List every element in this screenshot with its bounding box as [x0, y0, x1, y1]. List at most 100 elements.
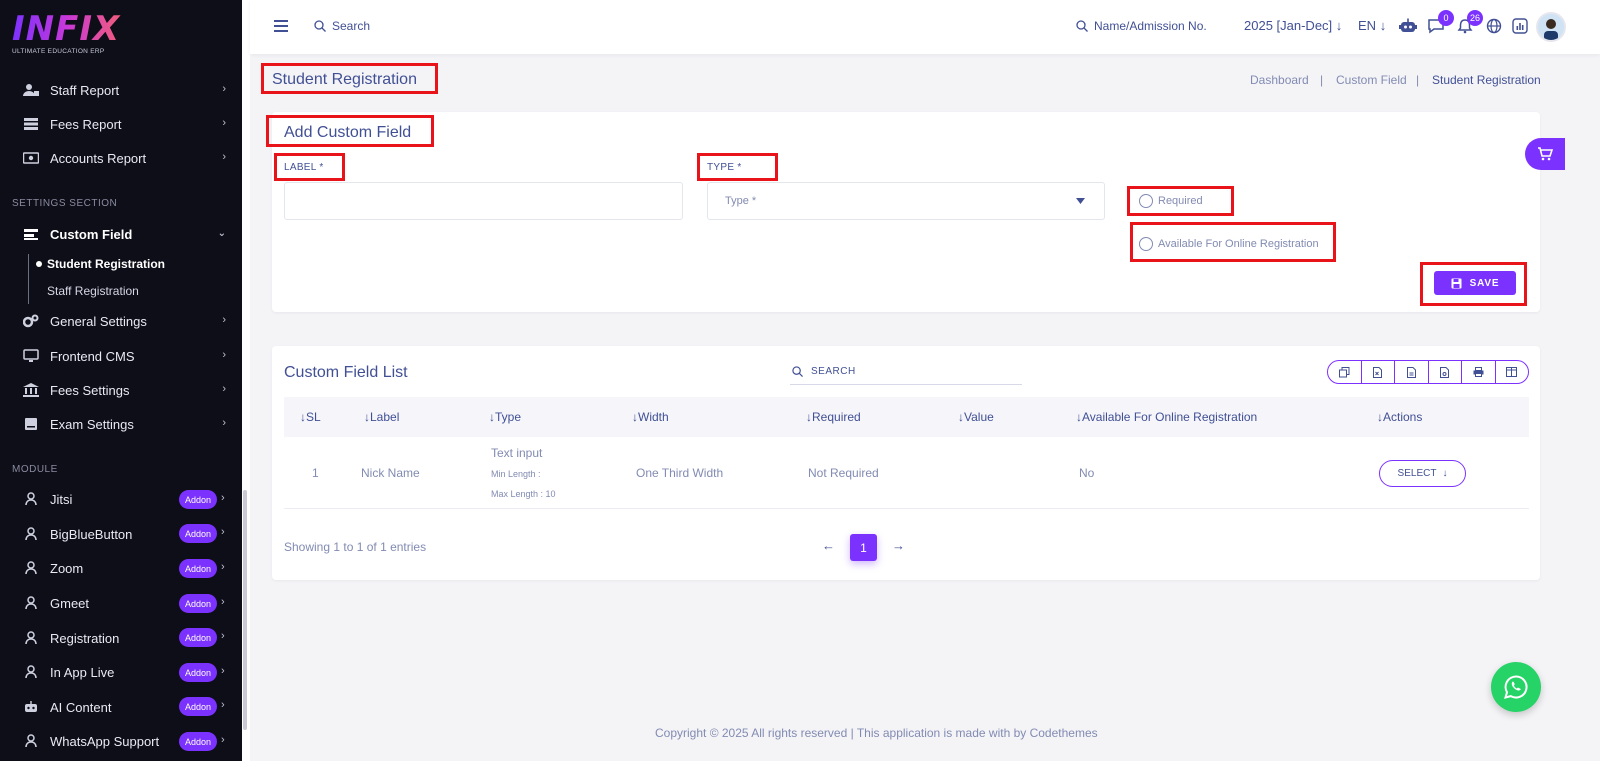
- sidebar-item-fees-report[interactable]: Fees Report ›: [0, 109, 246, 139]
- cell-sl: 1: [312, 466, 319, 480]
- row-action-select-button[interactable]: SELECT ↓: [1379, 460, 1466, 487]
- chat-icon[interactable]: 0: [1426, 10, 1454, 36]
- dashboard-chart-icon[interactable]: [1510, 16, 1530, 36]
- label-field-label: LABEL *: [284, 162, 324, 173]
- sidebar-item-fees-settings[interactable]: Fees Settings ›: [0, 375, 246, 405]
- chevron-right-icon: ›: [222, 383, 226, 395]
- student-search-input[interactable]: Name/Admission No.: [1094, 19, 1207, 33]
- column-header-label-col[interactable]: ↓Label: [364, 410, 399, 424]
- globe-icon[interactable]: [1484, 16, 1504, 36]
- column-header-width[interactable]: ↓Width: [632, 410, 669, 424]
- student-search[interactable]: Name/Admission No.: [1076, 19, 1207, 33]
- sidebar-subitem-student-registration[interactable]: Student Registration: [47, 257, 165, 271]
- cart-icon: [1538, 147, 1553, 161]
- column-header-label: Width: [638, 410, 669, 424]
- save-button[interactable]: SAVE: [1434, 271, 1516, 295]
- chevron-right-icon: ›: [221, 734, 225, 746]
- column-header-label: SL: [306, 410, 321, 424]
- sidebar-item-general-settings[interactable]: General Settings ›: [0, 306, 246, 336]
- required-radio[interactable]: [1139, 194, 1153, 208]
- bell-icon[interactable]: 26: [1455, 10, 1483, 36]
- robot-icon: [22, 700, 40, 714]
- addon-badge: Addon: [179, 697, 217, 716]
- copy-button[interactable]: [1328, 361, 1362, 383]
- column-header-value[interactable]: ↓Value: [958, 410, 994, 424]
- sidebar-item-label: Exam Settings: [50, 416, 134, 432]
- chevron-right-icon: ›: [222, 417, 226, 429]
- global-search[interactable]: Search: [314, 19, 370, 33]
- csv-button[interactable]: [1395, 361, 1429, 383]
- column-header-type[interactable]: ↓Type: [489, 410, 521, 424]
- export-button-group: [1327, 360, 1529, 384]
- column-header-label: Type: [495, 410, 522, 424]
- notification-badge: 26: [1466, 10, 1483, 26]
- list-search[interactable]: SEARCH: [790, 359, 1022, 385]
- sidebar-item-label: Registration: [50, 630, 120, 646]
- sidebar-item-label: Accounts Report: [50, 150, 147, 166]
- pagination-page[interactable]: 1: [850, 534, 877, 561]
- breadcrumb-separator: |: [1320, 73, 1324, 87]
- list-search-input[interactable]: SEARCH: [811, 366, 856, 377]
- column-visibility-button[interactable]: [1496, 361, 1529, 383]
- sidebar-item-accounts-report[interactable]: Accounts Report ›: [0, 143, 246, 173]
- sidebar-item-custom-field[interactable]: Custom Field ⌄: [0, 219, 246, 249]
- label-input[interactable]: [284, 182, 683, 220]
- column-header-sl[interactable]: ↓SL: [300, 410, 321, 424]
- sidebar-item-exam-settings[interactable]: Exam Settings ›: [0, 409, 246, 439]
- breadcrumb-custom-field[interactable]: Custom Field: [1336, 73, 1407, 87]
- arrow-down-icon: ↓: [1379, 18, 1387, 33]
- print-button[interactable]: [1462, 361, 1496, 383]
- addon-badge: Addon: [179, 594, 217, 613]
- column-header-online[interactable]: ↓Available For Online Registration: [1076, 410, 1257, 424]
- cell-label: Nick Name: [361, 466, 420, 480]
- sidebar-scrollbar-thumb[interactable]: [243, 490, 247, 730]
- sidebar-item-frontend-cms[interactable]: Frontend CMS ›: [0, 341, 246, 371]
- excel-button[interactable]: [1362, 361, 1395, 383]
- breadcrumb-separator: |: [1416, 73, 1420, 87]
- sidebar-subitem-staff-registration[interactable]: Staff Registration: [47, 284, 139, 298]
- sidebar-item-label: BigBlueButton: [50, 526, 133, 542]
- column-header-required[interactable]: ↓Required: [806, 410, 861, 424]
- addon-badge: Addon: [179, 490, 217, 509]
- academic-year-value: 2025 [Jan-Dec]: [1244, 18, 1333, 33]
- user-icon: [22, 631, 40, 645]
- app-logo[interactable]: INFIX ULTIMATE EDUCATION ERP: [12, 12, 122, 58]
- sidebar-item-label: General Settings: [50, 313, 147, 329]
- user-icon: [22, 527, 40, 541]
- book-icon: [22, 417, 40, 431]
- whatsapp-chat-button[interactable]: [1491, 662, 1541, 712]
- sidebar-item-label: Fees Settings: [50, 382, 130, 398]
- type-select[interactable]: Type *: [707, 182, 1105, 220]
- language-value: EN: [1358, 18, 1377, 33]
- pdf-button[interactable]: [1429, 361, 1462, 383]
- chevron-right-icon: ›: [222, 151, 226, 163]
- breadcrumb-dashboard[interactable]: Dashboard: [1250, 73, 1309, 87]
- sidebar-scrollbar-track[interactable]: [242, 0, 250, 761]
- printer-icon: [1473, 367, 1484, 377]
- sidebar-item-label: Custom Field: [50, 226, 133, 242]
- submenu-line: [28, 254, 29, 304]
- chevron-down-icon: ⌄: [217, 228, 226, 239]
- sidebar-item-label: WhatsApp Support: [50, 733, 160, 749]
- pagination-next-icon[interactable]: →: [892, 538, 905, 553]
- sidebar-item-staff-report[interactable]: Staff Report ›: [0, 75, 246, 105]
- language-select[interactable]: EN ↓: [1358, 18, 1386, 33]
- academic-year-select[interactable]: 2025 [Jan-Dec] ↓: [1244, 18, 1342, 33]
- user-icon: [22, 492, 40, 506]
- column-header-label: Required: [812, 410, 861, 424]
- cell-type: Text input: [491, 446, 543, 460]
- menu-toggle-icon[interactable]: [274, 20, 288, 32]
- custom-field-icon: [22, 227, 40, 241]
- column-header-actions[interactable]: ↓Actions: [1377, 410, 1422, 424]
- global-search-input[interactable]: Search: [332, 19, 370, 33]
- online-registration-radio[interactable]: [1139, 237, 1153, 251]
- column-header-label: Actions: [1383, 410, 1423, 424]
- pagination-prev-icon[interactable]: ←: [822, 538, 835, 553]
- addon-badge: Addon: [179, 524, 217, 543]
- robot-icon[interactable]: [1398, 16, 1418, 36]
- floating-cart-button[interactable]: [1525, 138, 1565, 170]
- user-avatar[interactable]: [1536, 12, 1566, 42]
- column-header-label: Label: [370, 410, 400, 424]
- online-registration-label: Available For Online Registration: [1158, 238, 1319, 250]
- caret-down-icon: [1076, 198, 1085, 204]
